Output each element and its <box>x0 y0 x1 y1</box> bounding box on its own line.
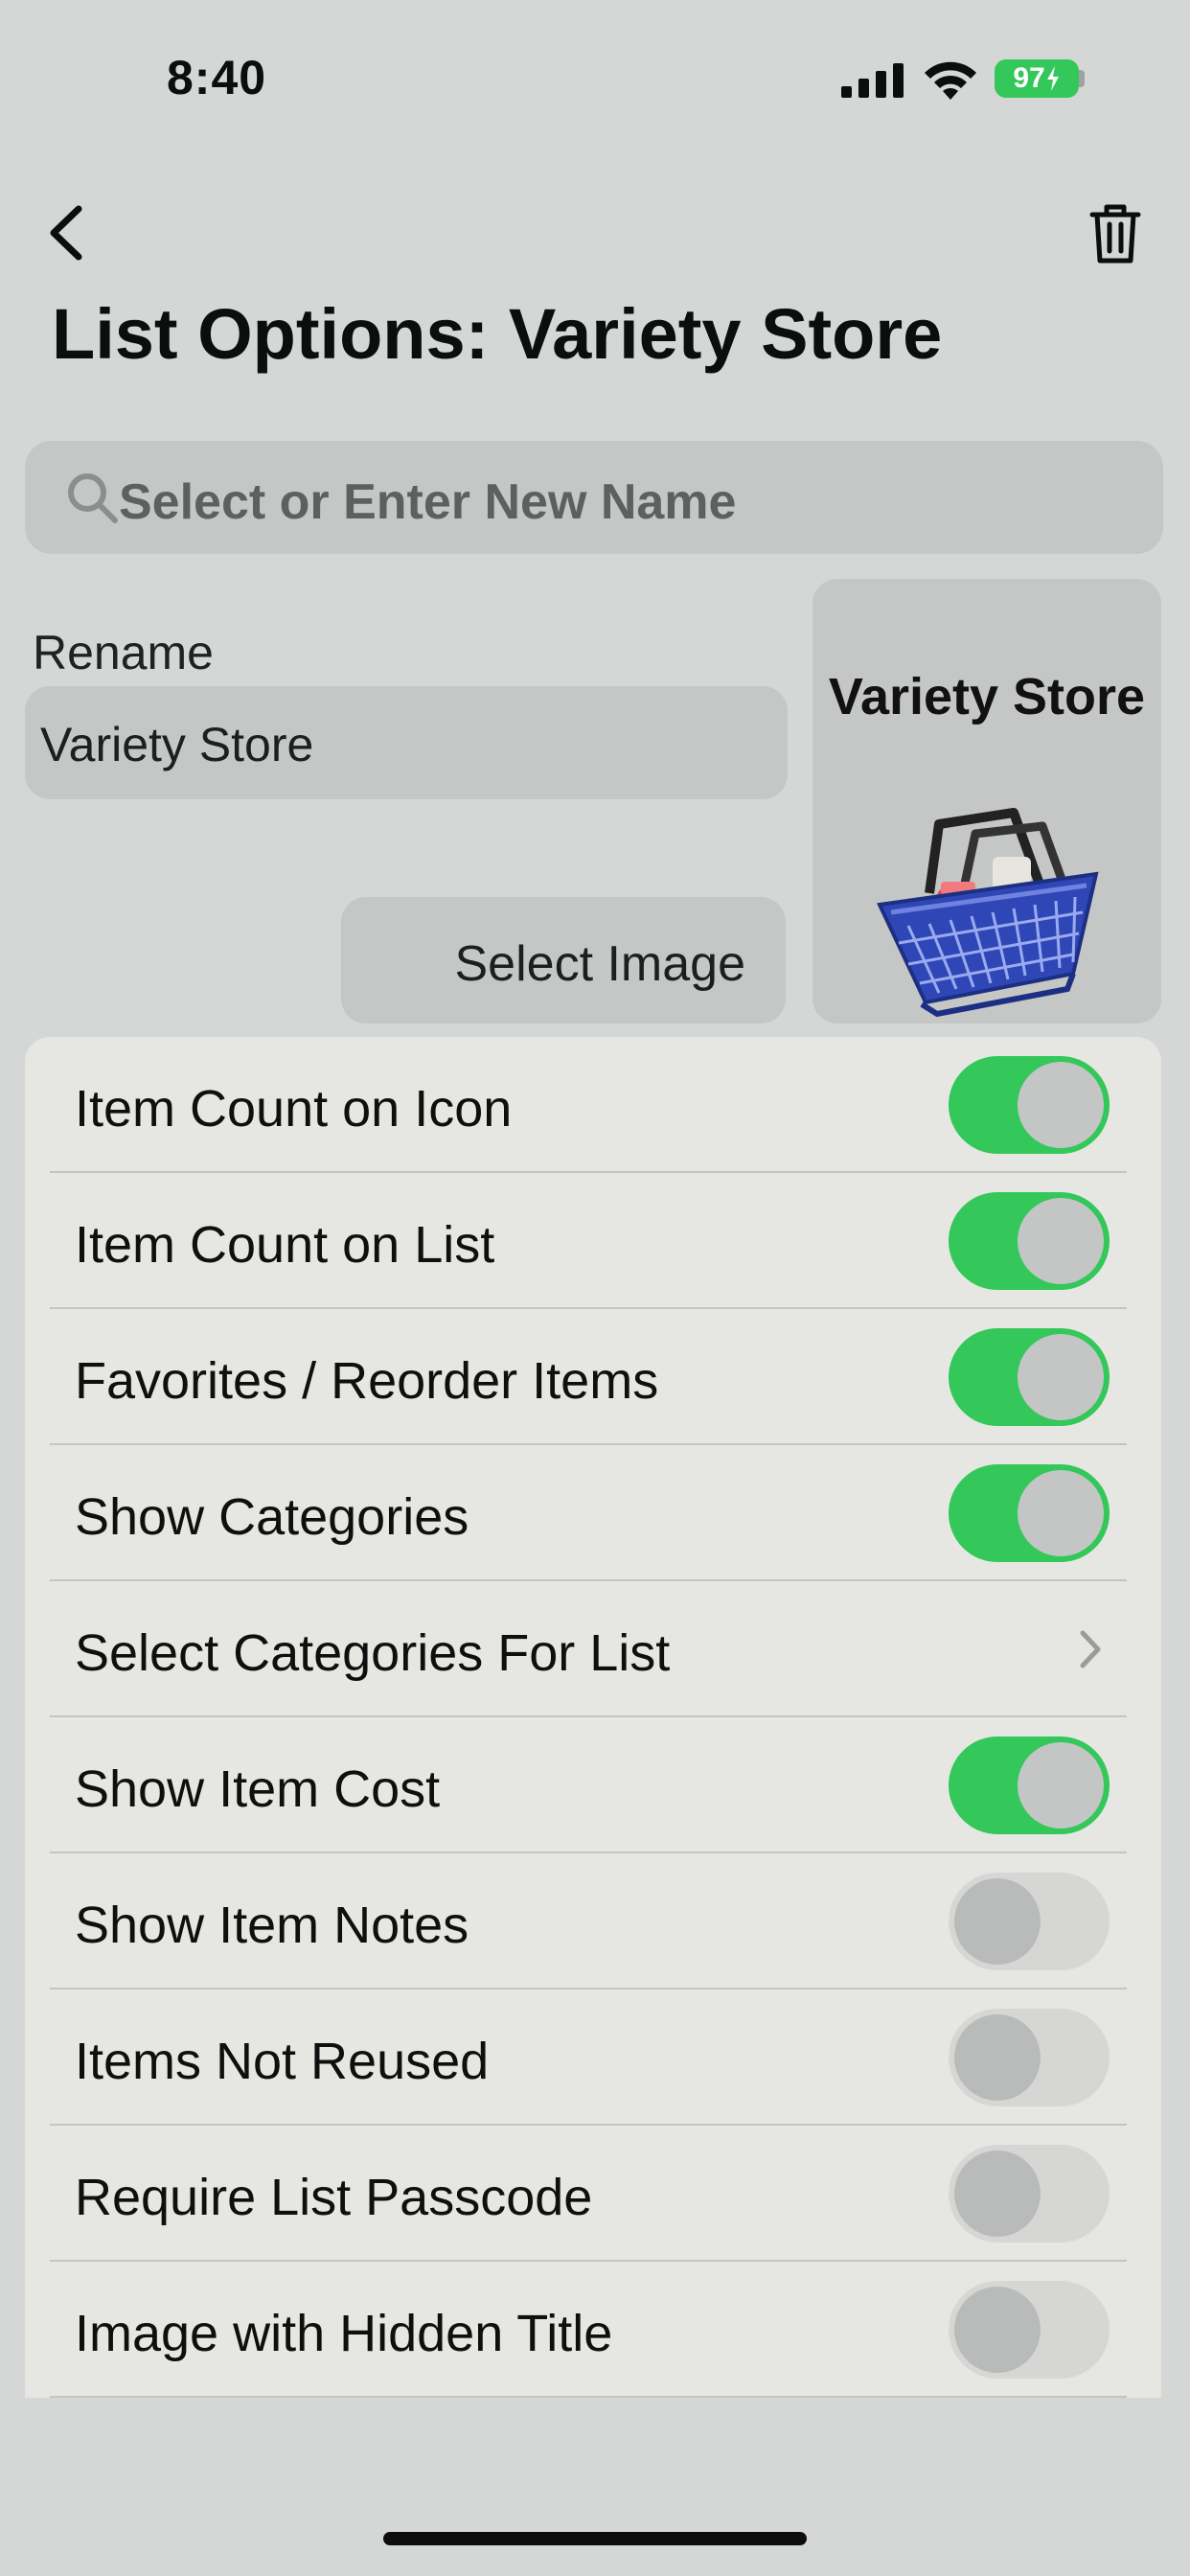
setting-label: Show Item Cost <box>75 1760 441 1818</box>
search-input[interactable]: Select or Enter New Name <box>25 441 1163 554</box>
toggle-knob <box>1018 1742 1104 1828</box>
back-button[interactable] <box>38 199 96 266</box>
rename-value: Variety Store <box>40 718 314 771</box>
show-item-cost-toggle[interactable] <box>949 1736 1110 1834</box>
wifi-icon <box>925 61 976 100</box>
toggle-knob <box>954 1878 1041 1965</box>
setting-row-require-passcode: Require List Passcode <box>25 2126 1161 2262</box>
toggle-knob <box>1018 1198 1104 1284</box>
toggle-knob <box>1018 1470 1104 1556</box>
page-title: List Options: Variety Store <box>52 294 943 374</box>
setting-label: Item Count on Icon <box>75 1080 513 1138</box>
setting-label: Items Not Reused <box>75 2033 490 2090</box>
setting-row-items-not-reused: Items Not Reused <box>25 1990 1161 2126</box>
toggle-knob <box>954 2287 1041 2373</box>
setting-label: Show Item Notes <box>75 1897 469 1954</box>
divider <box>50 2396 1127 2398</box>
setting-row-show-item-cost: Show Item Cost <box>25 1717 1161 1853</box>
setting-label: Favorites / Reorder Items <box>75 1352 659 1410</box>
search-icon <box>68 473 118 523</box>
battery-level: 97 <box>1013 62 1045 94</box>
items-not-reused-toggle[interactable] <box>949 2009 1110 2106</box>
rename-label: Rename <box>33 626 214 679</box>
charging-bolt-icon <box>1046 66 1059 91</box>
select-categories-row[interactable]: Select Categories For List <box>25 1581 1161 1717</box>
item-count-on-icon-toggle[interactable] <box>949 1056 1110 1154</box>
preview-title: Variety Store <box>828 668 1146 725</box>
trash-icon <box>1089 204 1141 264</box>
battery-icon: 97 <box>995 59 1079 98</box>
toggle-knob <box>1018 1334 1104 1420</box>
setting-label: Require List Passcode <box>75 2169 593 2226</box>
show-item-notes-toggle[interactable] <box>949 1873 1110 1970</box>
setting-row-image-hidden-title: Image with Hidden Title <box>25 2262 1161 2398</box>
toggle-knob <box>954 2014 1041 2101</box>
setting-label: Item Count on List <box>75 1216 495 1274</box>
chevron-left-icon <box>50 205 82 261</box>
setting-label: Show Categories <box>75 1488 469 1546</box>
select-image-label: Select Image <box>454 936 746 992</box>
cellular-signal-icon <box>841 63 904 98</box>
favorites-reorder-toggle[interactable] <box>949 1328 1110 1426</box>
setting-row-item-count-on-icon: Item Count on Icon <box>25 1037 1161 1173</box>
shopping-basket-icon <box>877 808 1099 1018</box>
require-passcode-toggle[interactable] <box>949 2145 1110 2242</box>
delete-list-button[interactable] <box>1087 199 1144 266</box>
search-placeholder: Select or Enter New Name <box>119 474 737 530</box>
setting-row-show-item-notes: Show Item Notes <box>25 1853 1161 1990</box>
image-hidden-title-toggle[interactable] <box>949 2281 1110 2379</box>
battery-nub <box>1079 70 1085 87</box>
rename-input[interactable]: Variety Store <box>25 686 788 799</box>
status-time: 8:40 <box>167 51 267 104</box>
setting-row-show-categories: Show Categories <box>25 1445 1161 1581</box>
setting-label: Select Categories For List <box>75 1624 671 1682</box>
item-count-on-list-toggle[interactable] <box>949 1192 1110 1290</box>
list-options-card: Item Count on Icon Item Count on List Fa… <box>25 1037 1161 2398</box>
toggle-knob <box>954 2150 1041 2237</box>
toggle-knob <box>1018 1062 1104 1148</box>
select-image-button[interactable]: Select Image <box>341 897 786 1024</box>
list-preview-card: Variety Store <box>812 579 1161 1024</box>
chevron-right-icon <box>1080 1630 1101 1668</box>
setting-row-item-count-on-list: Item Count on List <box>25 1173 1161 1309</box>
setting-label: Image with Hidden Title <box>75 2305 613 2362</box>
home-indicator[interactable] <box>383 2532 807 2545</box>
show-categories-toggle[interactable] <box>949 1464 1110 1562</box>
setting-row-favorites-reorder: Favorites / Reorder Items <box>25 1309 1161 1445</box>
